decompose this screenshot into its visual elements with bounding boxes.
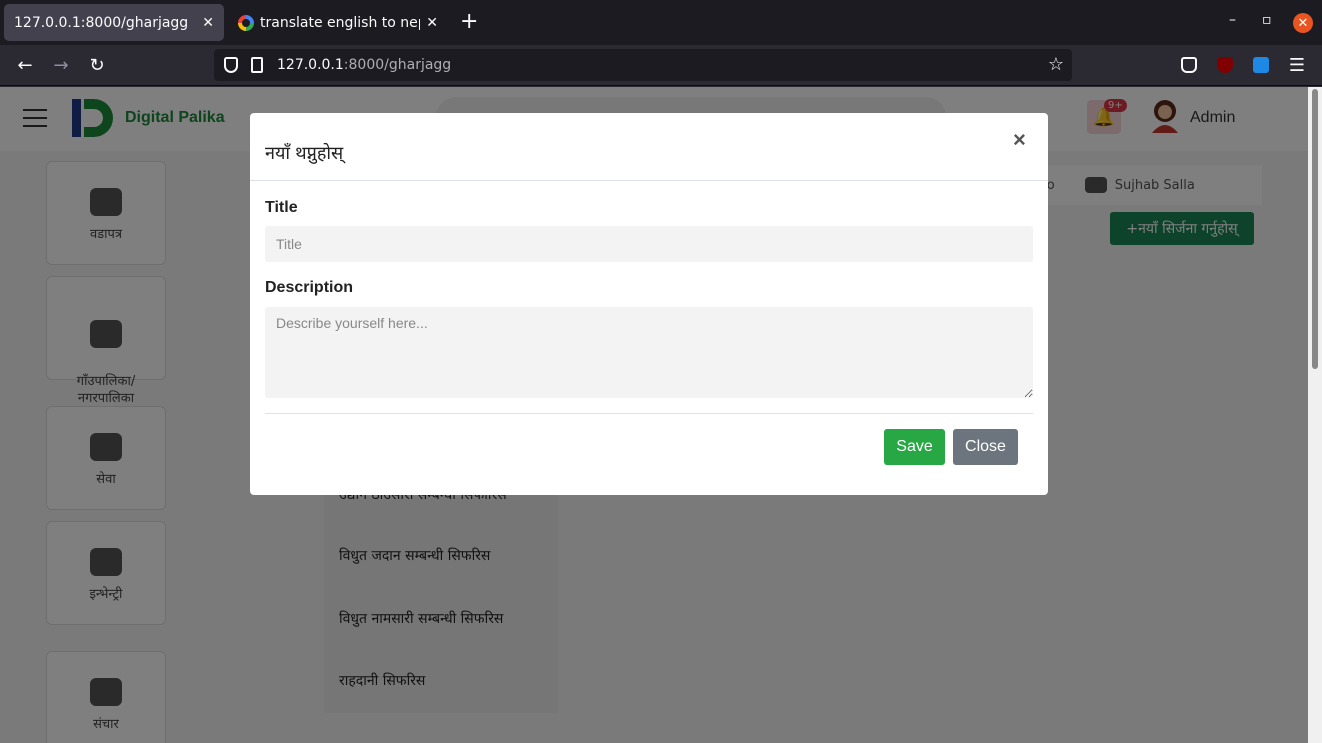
save-button[interactable]: Save <box>884 429 945 465</box>
title-label: Title <box>265 199 298 216</box>
modal-close-icon[interactable]: × <box>1013 127 1026 153</box>
shield-icon[interactable] <box>224 57 238 73</box>
bookmark-star-icon[interactable]: ☆ <box>1048 54 1064 75</box>
tab-close-icon[interactable]: ✕ <box>202 15 214 31</box>
ublock-icon[interactable] <box>1217 57 1233 73</box>
page-scrollbar[interactable] <box>1308 87 1322 743</box>
page-icon[interactable] <box>251 57 263 73</box>
tab-title: translate english to nepal <box>260 14 420 31</box>
window-close-icon[interactable]: ✕ <box>1293 13 1313 33</box>
url-bar[interactable]: 127.0.0.1:8000/gharjagg ☆ <box>214 49 1072 81</box>
tab-close-icon[interactable]: ✕ <box>426 15 438 31</box>
google-icon <box>238 14 254 31</box>
description-label: Description <box>265 279 354 296</box>
menu-icon[interactable]: ☰ <box>1285 53 1309 77</box>
add-new-modal: नयाँ थप्नुहोस् × Title Description Save … <box>250 113 1048 495</box>
browser-navbar: ← → ↻ 127.0.0.1:8000/gharjagg ☆ ☰ <box>0 45 1322 86</box>
pocket-icon[interactable] <box>1181 57 1197 73</box>
title-input[interactable] <box>265 226 1033 262</box>
description-textarea[interactable] <box>265 307 1033 398</box>
modal-title: नयाँ थप्नुहोस् <box>265 143 344 163</box>
footer-divider <box>265 413 1033 414</box>
extension-fi-icon[interactable] <box>1253 57 1269 73</box>
forward-icon[interactable]: → <box>49 53 73 77</box>
tab-title: 127.0.0.1:8000/gharjagg <box>14 14 189 31</box>
new-tab-icon[interactable]: + <box>460 10 478 34</box>
close-button[interactable]: Close <box>953 429 1018 465</box>
browser-tabbar: 127.0.0.1:8000/gharjagg ✕ translate engl… <box>0 0 1322 45</box>
url-text: 127.0.0.1:8000/gharjagg <box>277 57 452 73</box>
restore-icon[interactable]: ▫ <box>1262 12 1272 28</box>
tab-translate[interactable]: translate english to nepal ✕ <box>228 4 448 41</box>
modal-divider <box>250 180 1048 181</box>
back-icon[interactable]: ← <box>13 53 37 77</box>
tab-gharjagg[interactable]: 127.0.0.1:8000/gharjagg ✕ <box>4 4 224 41</box>
minimize-icon[interactable]: – <box>1229 12 1236 28</box>
scrollbar-thumb[interactable] <box>1312 89 1318 369</box>
reload-icon[interactable]: ↻ <box>85 53 109 77</box>
